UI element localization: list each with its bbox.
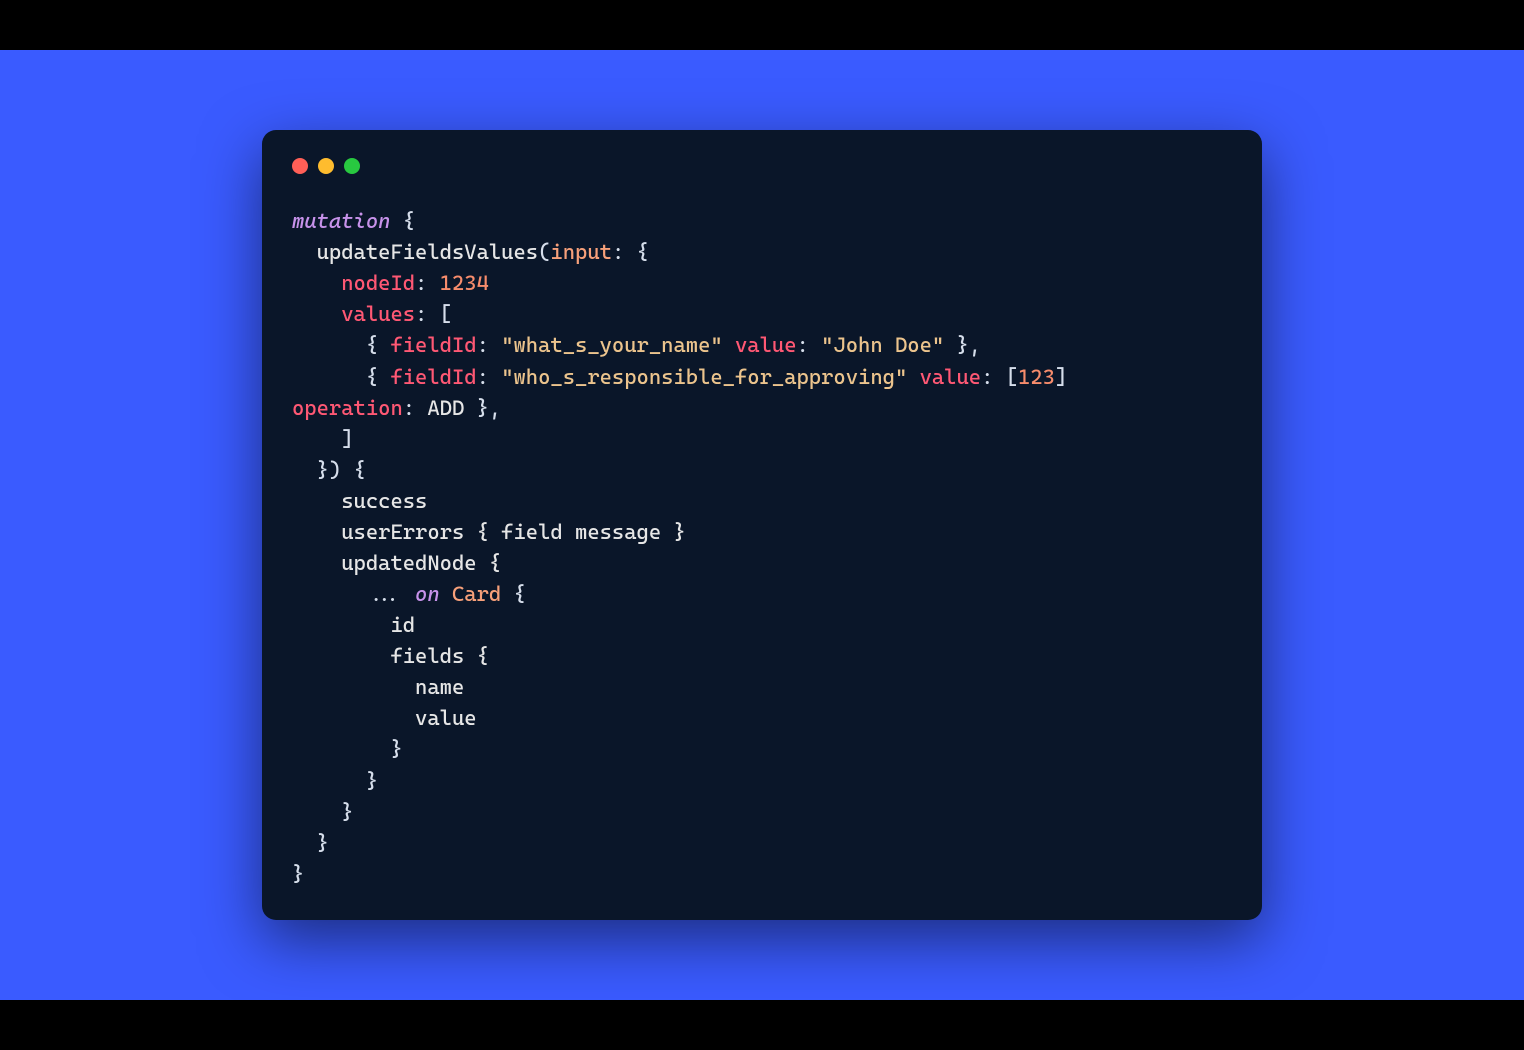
maximize-icon[interactable] — [344, 158, 360, 174]
close-icon[interactable] — [292, 158, 308, 174]
spread: ... — [292, 582, 415, 606]
prop-value: value — [920, 365, 982, 389]
punct: : { — [612, 240, 649, 264]
keyword-mutation: mutation — [292, 209, 390, 233]
punct: : — [403, 396, 428, 420]
brace-close: } — [292, 769, 378, 793]
indent — [292, 520, 341, 544]
string-literal: "who_s_responsible_for_approving" — [501, 365, 907, 389]
enum-value: ADD — [427, 396, 464, 420]
brace-close: } — [292, 800, 354, 824]
punct: }) { — [292, 458, 366, 482]
function-name: updateFieldsValues — [317, 240, 538, 264]
minimize-icon[interactable] — [318, 158, 334, 174]
prop-fieldId: fieldId — [390, 365, 476, 389]
string-literal: "what_s_your_name" — [501, 333, 722, 357]
space — [723, 333, 735, 357]
brace-close: } — [292, 831, 329, 855]
punct: ] — [1055, 365, 1080, 389]
indent — [292, 240, 317, 264]
prop-nodeId: nodeId — [341, 271, 415, 295]
canvas: mutation { updateFieldsValues(input: { n… — [0, 0, 1524, 1050]
indent-brace: { — [292, 365, 390, 389]
field-fields: fields { — [292, 644, 489, 668]
field-userErrors: userErrors { field message } — [341, 520, 686, 544]
indent — [292, 302, 341, 326]
indent — [292, 551, 341, 575]
punct: }, — [464, 396, 501, 420]
brace-close: } — [292, 862, 304, 886]
traffic-lights — [292, 158, 1232, 174]
punct: }, — [944, 333, 981, 357]
indent — [292, 271, 341, 295]
brace: { — [390, 209, 415, 233]
punct: : — [477, 333, 502, 357]
number-literal: 1234 — [440, 271, 489, 295]
code-block: mutation { updateFieldsValues(input: { n… — [292, 206, 1232, 890]
brace: { — [501, 582, 526, 606]
punct: : — [415, 271, 440, 295]
field-name: name — [292, 675, 464, 699]
code-window: mutation { updateFieldsValues(input: { n… — [262, 130, 1262, 920]
field-id: id — [292, 613, 415, 637]
param-input: input — [550, 240, 612, 264]
punct: : — [477, 365, 502, 389]
bracket-close: ] — [292, 427, 354, 451]
prop-fieldId: fieldId — [390, 333, 476, 357]
prop-values: values — [341, 302, 415, 326]
field-updatedNode: updatedNode { — [341, 551, 501, 575]
prop-operation: operation — [292, 396, 403, 420]
indent-brace: { — [292, 333, 390, 357]
punct: : [ — [981, 365, 1018, 389]
type-Card: Card — [452, 582, 501, 606]
punct: : — [797, 333, 822, 357]
number-literal: 123 — [1018, 365, 1055, 389]
space — [907, 365, 919, 389]
prop-value: value — [735, 333, 797, 357]
field-value: value — [292, 706, 477, 730]
punct: : [ — [415, 302, 452, 326]
paren-open: ( — [538, 240, 550, 264]
space — [440, 582, 452, 606]
string-literal: "John Doe" — [821, 333, 944, 357]
field-success: success — [341, 489, 427, 513]
indent — [292, 489, 341, 513]
brace-close: } — [292, 737, 403, 761]
keyword-on: on — [415, 582, 440, 606]
